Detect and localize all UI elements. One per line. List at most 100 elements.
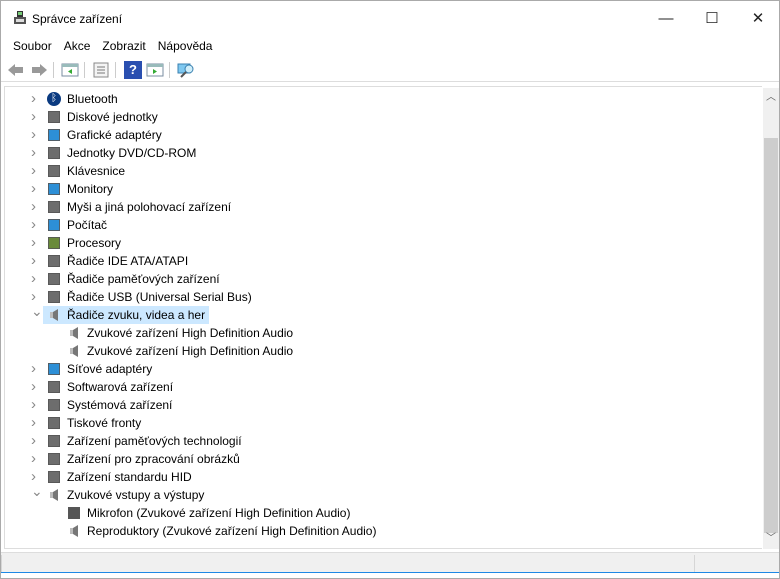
- expand-chevron-icon[interactable]: ›: [31, 144, 41, 162]
- usb-icon: [48, 291, 60, 303]
- menu-napoveda[interactable]: Nápověda: [152, 36, 219, 56]
- tree-item[interactable]: › Zařízení standardu HID: [31, 468, 196, 486]
- microphone-icon: [68, 507, 80, 519]
- tree-item[interactable]: › Řadiče IDE ATA/ATAPI: [31, 252, 192, 270]
- tree-item[interactable]: › Klávesnice: [31, 162, 129, 180]
- tree-item-label: Počítač: [67, 218, 108, 232]
- tree-item[interactable]: › Zařízení pro zpracování obrázků: [31, 450, 244, 468]
- tree-item[interactable]: Zvukové zařízení High Definition Audio: [63, 324, 297, 342]
- forward-arrow-icon[interactable]: [30, 61, 48, 79]
- tree-item[interactable]: › Diskové jednotky: [31, 108, 162, 126]
- close-button[interactable]: ✕: [735, 1, 780, 35]
- tree-item-label: Zvukové vstupy a výstupy: [67, 488, 205, 502]
- display-adapter-icon: [48, 129, 60, 141]
- expand-chevron-icon[interactable]: ›: [31, 108, 41, 126]
- menu-bar: Soubor Akce Zobrazit Nápověda: [1, 36, 779, 56]
- expand-chevron-icon[interactable]: ›: [31, 234, 41, 252]
- collapse-chevron-icon[interactable]: ⌄: [31, 302, 43, 320]
- monitor-icon: [48, 183, 60, 195]
- status-divider: [694, 555, 695, 572]
- computer-icon: [48, 219, 60, 231]
- storage-controller-icon: [48, 273, 60, 285]
- expand-chevron-icon[interactable]: ›: [31, 270, 41, 288]
- tree-item[interactable]: › Systémová zařízení: [31, 396, 176, 414]
- toolbar-separator: [115, 62, 116, 78]
- tree-item[interactable]: › Síťové adaptéry: [31, 360, 156, 378]
- tree-item-label: Zvukové zařízení High Definition Audio: [87, 344, 294, 358]
- scroll-down-icon[interactable]: ﹀: [763, 531, 779, 547]
- tree-item-label: Zařízení pro zpracování obrázků: [67, 452, 240, 466]
- scroll-up-icon[interactable]: ︿: [763, 90, 779, 106]
- collapse-chevron-icon[interactable]: ⌄: [31, 482, 43, 500]
- disk-drive-icon: [48, 111, 60, 123]
- device-manager-window: Správce zařízení — ☐ ✕ Soubor Akce Zobra…: [0, 0, 780, 579]
- expand-chevron-icon[interactable]: ›: [31, 360, 41, 378]
- expand-chevron-icon[interactable]: ›: [31, 396, 41, 414]
- ide-controller-icon: [48, 255, 60, 267]
- menu-akce[interactable]: Akce: [58, 36, 97, 56]
- tree-item[interactable]: ⌄ Řadiče zvuku, videa a her: [31, 303, 210, 324]
- expand-chevron-icon[interactable]: ›: [31, 162, 41, 180]
- expand-chevron-icon[interactable]: ›: [31, 180, 41, 198]
- system-device-icon: [48, 399, 60, 411]
- tree-item-label: Řadiče paměťových zařízení: [67, 272, 220, 286]
- tree-item[interactable]: › Zařízení paměťových technologií: [31, 432, 246, 450]
- expand-chevron-icon[interactable]: ›: [31, 252, 41, 270]
- status-bar: [1, 552, 779, 573]
- processor-icon: [48, 237, 60, 249]
- tree-item[interactable]: › Monitory: [31, 180, 117, 198]
- tree-item[interactable]: › Tiskové fronty: [31, 414, 145, 432]
- scan-hardware-icon[interactable]: [177, 61, 195, 79]
- tree-item[interactable]: › Řadiče paměťových zařízení: [31, 270, 224, 288]
- tree-item-label: Bluetooth: [67, 92, 118, 106]
- expand-chevron-icon[interactable]: ›: [31, 450, 41, 468]
- vertical-scrollbar[interactable]: ︿ ﹀: [763, 88, 779, 549]
- action-pane-icon[interactable]: [146, 61, 164, 79]
- window-title: Správce zařízení: [32, 12, 123, 26]
- back-arrow-icon[interactable]: [7, 61, 25, 79]
- menu-soubor[interactable]: Soubor: [7, 36, 58, 56]
- tree-item[interactable]: › Procesory: [31, 234, 125, 252]
- bluetooth-icon: ᛒ: [47, 92, 61, 106]
- tree-item[interactable]: › Počítač: [31, 216, 111, 234]
- speaker-icon: [47, 308, 61, 322]
- speaker-icon: [67, 344, 81, 358]
- tree-item[interactable]: Zvukové zařízení High Definition Audio: [63, 342, 297, 360]
- tree-item[interactable]: › Jednotky DVD/CD-ROM: [31, 144, 200, 162]
- expand-chevron-icon[interactable]: ›: [31, 414, 41, 432]
- minimize-button[interactable]: —: [643, 1, 689, 35]
- tree-item-label: Reproduktory (Zvukové zařízení High Defi…: [87, 524, 377, 538]
- expand-chevron-icon[interactable]: ›: [31, 378, 41, 396]
- tree-item-label: Zařízení paměťových technologií: [67, 434, 242, 448]
- expand-chevron-icon[interactable]: ›: [31, 216, 41, 234]
- tree-item[interactable]: › Softwarová zařízení: [31, 378, 177, 396]
- tree-item-label: Systémová zařízení: [67, 398, 173, 412]
- tree-item-label: Myši a jiná polohovací zařízení: [67, 200, 232, 214]
- tree-item[interactable]: › Řadiče USB (Universal Serial Bus): [31, 288, 256, 306]
- tree-item-label: Zařízení standardu HID: [67, 470, 192, 484]
- tree-item[interactable]: › Myši a jiná polohovací zařízení: [31, 198, 235, 216]
- expand-chevron-icon[interactable]: ›: [31, 432, 41, 450]
- tree-item[interactable]: Reproduktory (Zvukové zařízení High Defi…: [63, 522, 380, 540]
- tree-item-label: Monitory: [67, 182, 114, 196]
- show-hide-console-tree-icon[interactable]: [61, 61, 79, 79]
- tree-item[interactable]: ⌄ Zvukové vstupy a výstupy: [31, 483, 208, 504]
- menu-zobrazit[interactable]: Zobrazit: [96, 36, 151, 56]
- maximize-button[interactable]: ☐: [689, 1, 735, 35]
- help-icon[interactable]: ?: [124, 61, 142, 79]
- status-divider: [1, 555, 2, 572]
- properties-icon[interactable]: [92, 61, 110, 79]
- scrollbar-thumb[interactable]: [764, 138, 778, 533]
- tree-item[interactable]: Mikrofon (Zvukové zařízení High Definiti…: [63, 504, 354, 522]
- tree-item[interactable]: › Grafické adaptéry: [31, 126, 166, 144]
- expand-chevron-icon[interactable]: ›: [31, 198, 41, 216]
- software-device-icon: [48, 381, 60, 393]
- tree-item[interactable]: › ᛒ Bluetooth: [31, 90, 122, 108]
- expand-chevron-icon[interactable]: ›: [31, 126, 41, 144]
- toolbar-separator: [169, 62, 170, 78]
- tree-item-label: Procesory: [67, 236, 122, 250]
- mouse-icon: [48, 201, 60, 213]
- expand-chevron-icon[interactable]: ›: [31, 90, 41, 108]
- device-manager-icon: [14, 11, 26, 24]
- tree-item-label: Klávesnice: [67, 164, 126, 178]
